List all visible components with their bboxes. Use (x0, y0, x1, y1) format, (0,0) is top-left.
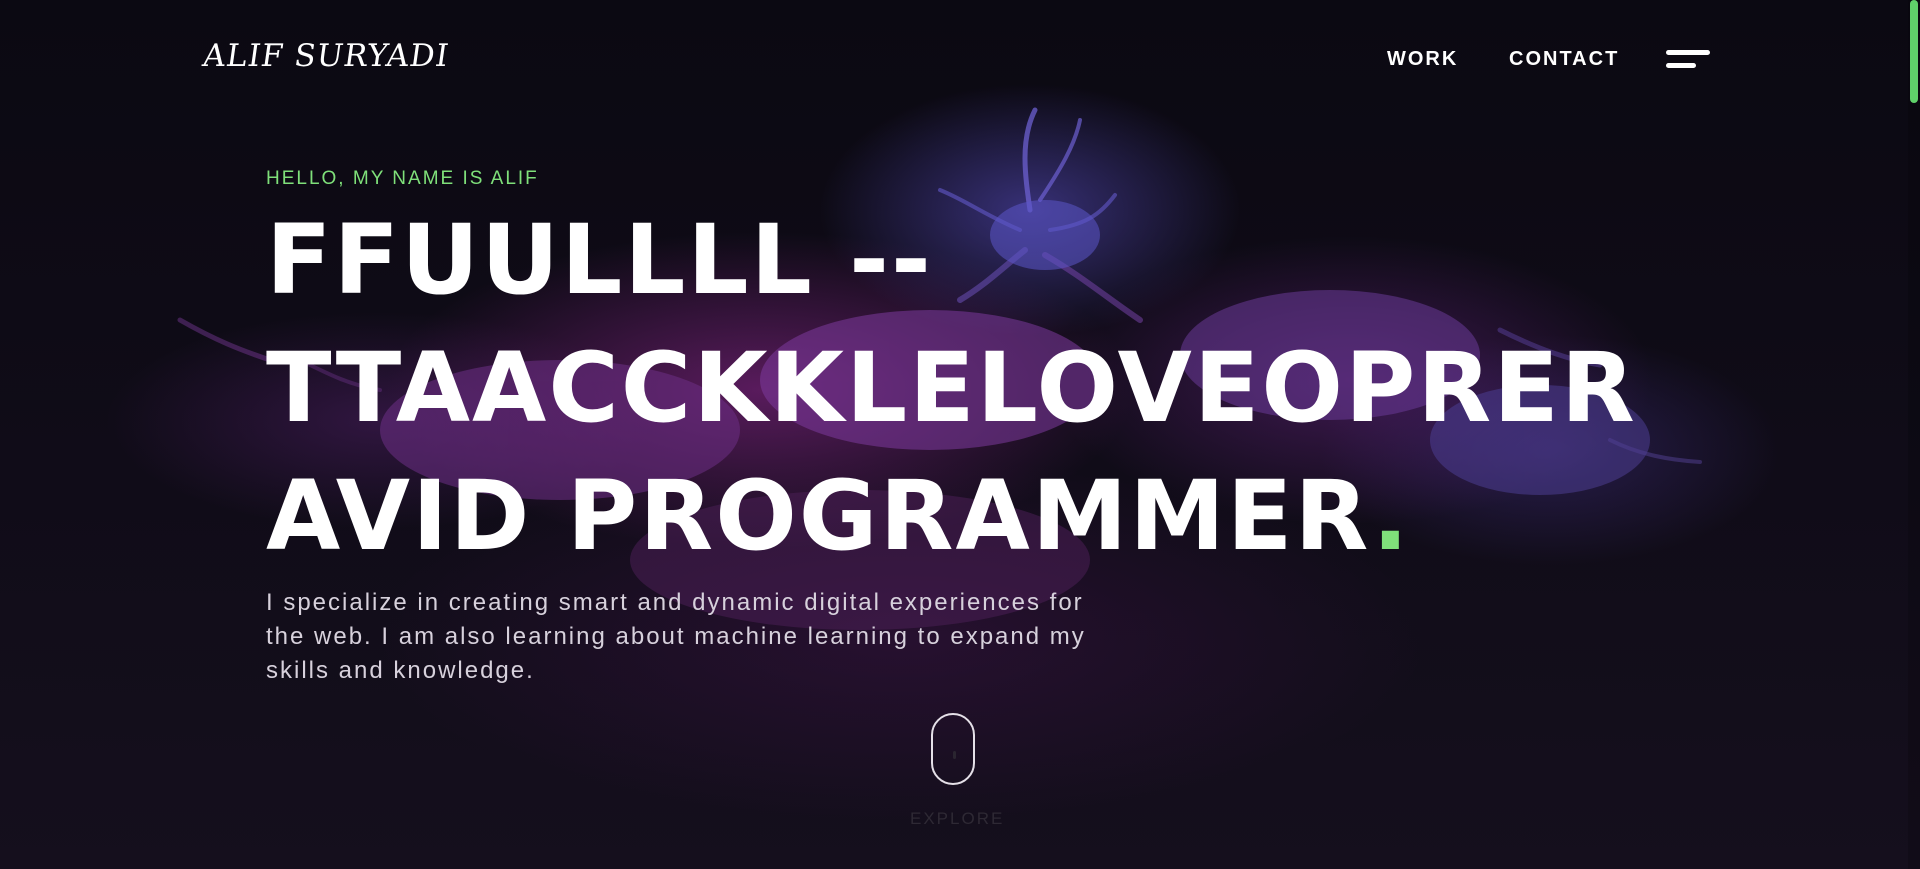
menu-line-bottom (1666, 63, 1696, 68)
menu-line-top (1666, 50, 1710, 55)
nav-link-work[interactable]: WORK (1387, 48, 1458, 71)
hero-headline: FFUULLLL -- TTAACCKKLELOVEOPRER AVID PRO… (266, 196, 1766, 580)
hamburger-menu-icon[interactable] (1666, 50, 1710, 70)
site-header: ALIF SURYADI WORK CONTACT (0, 0, 1920, 120)
explore-label: EXPLORE (910, 809, 1005, 828)
mouse-wheel (953, 751, 956, 759)
headline-line-1: FFUULLLL -- (266, 204, 933, 316)
hero-eyebrow: HELLO, MY NAME IS ALIF (266, 168, 539, 189)
intro-line-1: I specialize in creating smart and dynam… (266, 589, 1084, 616)
hero-intro: I specialize in creating smart and dynam… (266, 586, 1206, 688)
headline-line-3-text: AVID PROGRAMMER (266, 460, 1373, 572)
nav-link-contact[interactable]: CONTACT (1509, 48, 1619, 71)
headline-accent-dot: . (1372, 460, 1411, 572)
mouse-scroll-icon[interactable] (931, 713, 975, 785)
intro-line-2: the web. I am also learning about machin… (266, 623, 1086, 650)
headline-line-3: AVID PROGRAMMER. (266, 452, 1766, 580)
scrollbar-thumb[interactable] (1910, 0, 1918, 103)
page-scrollbar[interactable] (1908, 0, 1920, 869)
headline-line-2: TTAACCKKLELOVEOPRER (266, 332, 1637, 444)
intro-line-3: skills and knowledge. (266, 657, 535, 684)
site-logo[interactable]: ALIF SURYADI (200, 38, 451, 74)
